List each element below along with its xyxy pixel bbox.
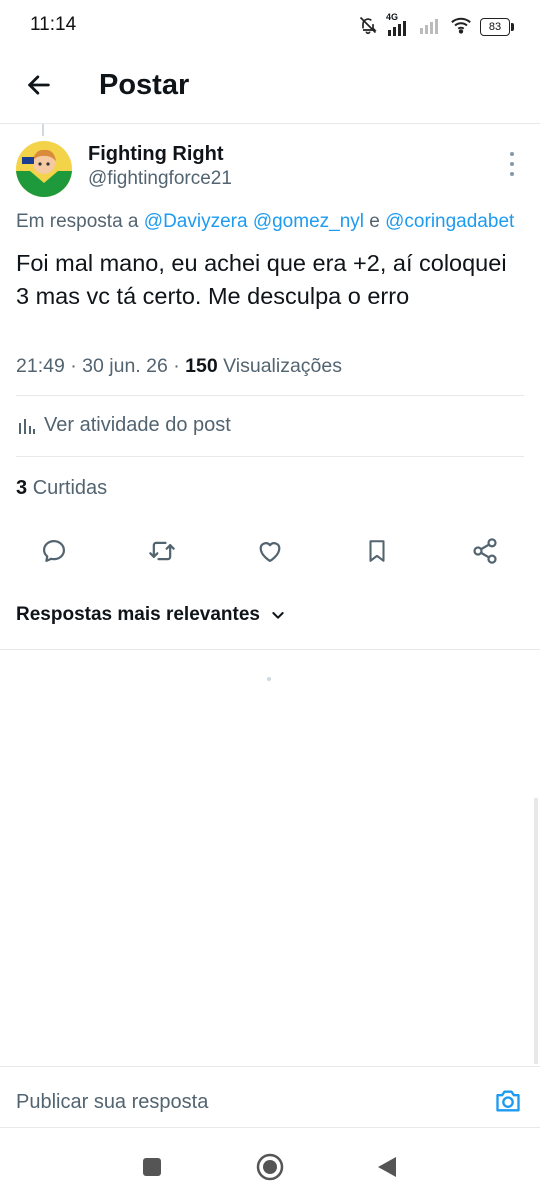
share-icon xyxy=(473,538,497,564)
mention-link[interactable]: @coringadabet xyxy=(385,211,514,232)
author-handle[interactable]: @fightingforce21 xyxy=(88,168,232,190)
likes-count: 3 xyxy=(16,477,28,499)
back-nav-button[interactable] xyxy=(372,1152,402,1182)
post-meta: 21:49 · 30 jun. 26 · 150 Visualizações xyxy=(16,355,343,377)
signal-icon: 4G xyxy=(386,12,410,36)
status-icons: 4G 83 xyxy=(358,12,514,40)
wifi-icon xyxy=(450,16,472,39)
status-time: 11:14 xyxy=(30,14,77,35)
loading-indicator xyxy=(267,677,271,681)
like-icon xyxy=(259,542,281,563)
share-button[interactable] xyxy=(467,534,503,568)
likes-label: Curtidas xyxy=(32,477,108,499)
network-label: 4G xyxy=(386,12,399,22)
like-button[interactable] xyxy=(252,534,288,568)
bookmark-button[interactable] xyxy=(359,534,395,568)
chevron-down-icon xyxy=(272,612,284,619)
divider xyxy=(16,395,524,396)
post-time[interactable]: 21:49 xyxy=(16,355,65,377)
battery-icon: 83 xyxy=(480,18,514,36)
square-icon xyxy=(143,1158,161,1176)
post-text: Foi mal mano, eu achei que era +2, aí co… xyxy=(16,250,507,309)
replies-divider xyxy=(0,649,540,650)
triangle-back-icon xyxy=(378,1157,396,1177)
thread-line xyxy=(42,124,44,136)
activity-label: Ver atividade do post xyxy=(44,414,231,436)
scrollbar[interactable] xyxy=(534,798,538,1064)
analytics-icon xyxy=(19,418,35,434)
circle-icon xyxy=(256,1153,284,1181)
divider xyxy=(16,456,524,457)
avatar[interactable] xyxy=(16,141,72,197)
views-count: 150 xyxy=(185,355,218,377)
reply-button[interactable] xyxy=(36,534,72,568)
header-divider xyxy=(0,123,540,124)
replies-sort-dropdown[interactable]: Respostas mais relevantes xyxy=(16,604,286,626)
reply-prefix: Em resposta a xyxy=(16,211,139,232)
post-activity-button[interactable]: Ver atividade do post xyxy=(18,414,231,437)
mention-link[interactable]: @gomez_nyl xyxy=(253,211,364,232)
more-options-button[interactable] xyxy=(502,152,522,176)
post-date[interactable]: 30 jun. 26 xyxy=(82,355,168,377)
signal-2-icon xyxy=(418,16,442,39)
back-button[interactable] xyxy=(22,68,56,102)
camera-icon xyxy=(496,1090,520,1112)
home-button[interactable] xyxy=(255,1152,285,1182)
repost-icon xyxy=(149,541,175,561)
reply-conjunction: e xyxy=(369,211,380,232)
mention-link[interactable]: @Daviyzera xyxy=(144,211,248,232)
recents-button[interactable] xyxy=(137,1152,167,1182)
arrow-left-icon xyxy=(28,75,50,95)
more-dot-icon xyxy=(510,152,514,156)
repost-button[interactable] xyxy=(144,534,180,568)
page-title: Postar xyxy=(99,69,190,101)
muted-bell-icon xyxy=(358,15,378,40)
more-dot-icon xyxy=(510,172,514,176)
author-name[interactable]: Fighting Right xyxy=(88,143,224,166)
bookmark-icon xyxy=(369,540,385,562)
views-label: Visualizações xyxy=(223,355,343,377)
likes-summary[interactable]: 3 Curtidas xyxy=(16,477,107,500)
reply-to-line: Em resposta a @Daviyzera @gomez_nyl e @c… xyxy=(16,211,514,233)
reply-icon xyxy=(42,539,66,563)
more-dot-icon xyxy=(510,162,514,166)
replies-sort-label: Respostas mais relevantes xyxy=(16,604,260,625)
reply-input[interactable]: Publicar sua resposta xyxy=(16,1091,208,1114)
camera-button[interactable] xyxy=(493,1086,523,1116)
